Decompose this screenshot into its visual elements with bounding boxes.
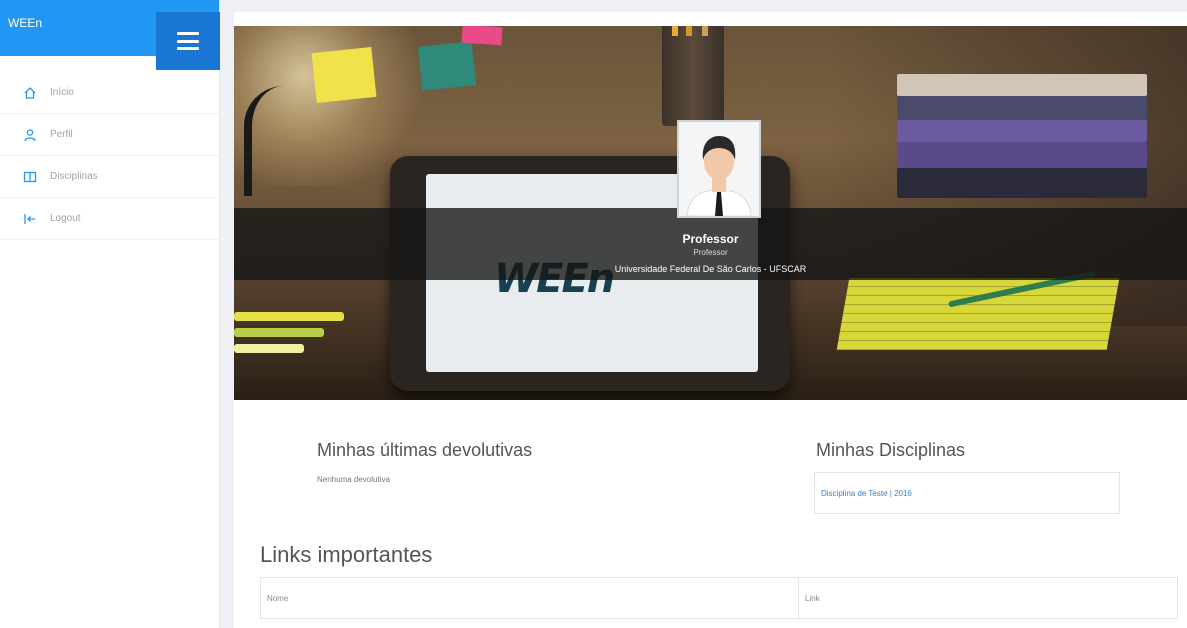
notebook (836, 278, 1120, 350)
section-title-disciplinas: Minhas Disciplinas (816, 440, 966, 460)
sidebar-item-label: Perfil (50, 129, 73, 140)
home-icon (22, 85, 38, 101)
sidebar-item-inicio[interactable]: Início (0, 72, 220, 114)
book-stack (897, 74, 1147, 204)
markers (234, 304, 354, 364)
sidebar: WEEn Início Perfil Disciplinas Logout (0, 0, 220, 628)
logout-icon (22, 211, 38, 227)
devolutivas-empty-text: Nenhuma devolutiva (317, 475, 390, 484)
user-icon (22, 127, 38, 143)
book-icon (22, 169, 38, 185)
table-header-nome[interactable]: Nome (261, 578, 799, 618)
sticky-note-teal (417, 41, 477, 91)
profile-name: Professor (682, 232, 739, 246)
sidebar-item-label: Logout (50, 213, 81, 224)
profile-role: Professor (693, 248, 728, 257)
profile-banner: WEEn Professor Professor Universidade Fe… (234, 26, 1187, 400)
links-table: Nome Link (260, 577, 1178, 619)
table-header-link[interactable]: Link (799, 578, 1177, 618)
sticky-note-pink (461, 26, 503, 46)
avatar (677, 120, 761, 218)
section-title-devolutivas: Minhas últimas devolutivas (317, 440, 533, 460)
pencil-cup (662, 26, 724, 126)
hamburger-icon (177, 32, 199, 50)
disciplina-card[interactable]: Disciplina de Teste | 2016 (814, 472, 1120, 514)
brand-logo[interactable]: WEEn (8, 16, 42, 30)
sidebar-item-perfil[interactable]: Perfil (0, 114, 220, 156)
sidebar-item-label: Disciplinas (50, 171, 98, 182)
menu-toggle-button[interactable] (156, 12, 220, 70)
avatar-portrait-icon (679, 122, 759, 216)
disciplina-link[interactable]: Disciplina de Teste | 2016 (821, 489, 912, 498)
sidebar-item-disciplinas[interactable]: Disciplinas (0, 156, 220, 198)
profile-university: Universidade Federal De São Carlos - UFS… (614, 264, 807, 274)
sidebar-item-label: Início (50, 87, 74, 98)
main-content: WEEn Professor Professor Universidade Fe… (234, 12, 1187, 628)
section-title-links: Links importantes (260, 542, 433, 567)
sticky-note-yellow (311, 47, 377, 103)
lamp-arm (244, 86, 342, 196)
sidebar-menu: Início Perfil Disciplinas Logout (0, 72, 220, 240)
sidebar-item-logout[interactable]: Logout (0, 198, 220, 240)
